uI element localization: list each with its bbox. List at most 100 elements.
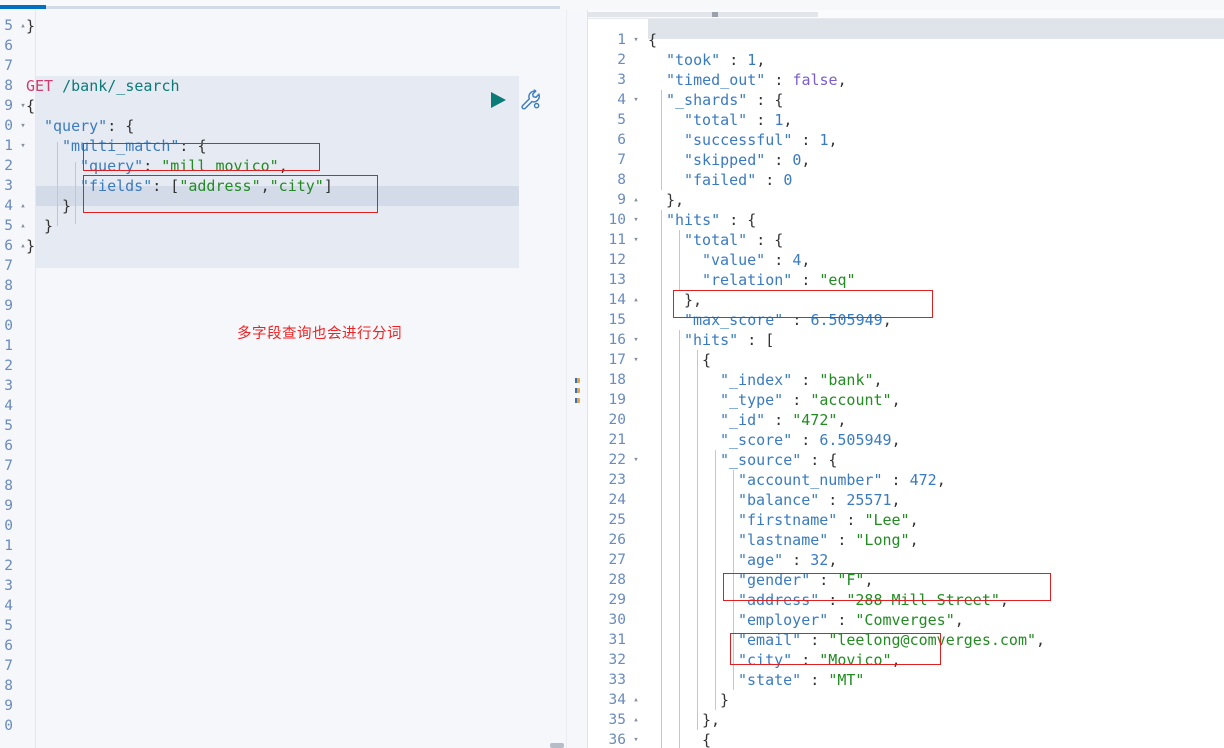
code-token: "total" xyxy=(684,111,748,129)
code-token: } xyxy=(720,691,730,709)
code-line: "total" : { xyxy=(684,230,783,250)
line-number: 0 xyxy=(4,118,13,134)
response-horizontal-scrollbar[interactable] xyxy=(588,10,1224,19)
line-number: 5 xyxy=(4,418,13,434)
code-token: "multi_match" xyxy=(62,137,180,155)
code-token: 6.505949 xyxy=(810,311,883,329)
fold-toggle-icon[interactable]: ▾ xyxy=(630,30,642,50)
code-token: : { xyxy=(801,451,838,469)
code-line: "total" : 1, xyxy=(684,110,792,130)
code-token: 32 xyxy=(810,551,829,569)
code-line: "gender" : "F", xyxy=(738,570,873,590)
fold-toggle-icon[interactable]: ▴ xyxy=(630,690,642,710)
code-token: }, xyxy=(666,191,685,209)
code-token: "firstname" xyxy=(738,511,838,529)
code-token: 25571 xyxy=(846,491,892,509)
code-token: "account_number" xyxy=(738,471,883,489)
fold-toggle-icon[interactable]: ▴ xyxy=(630,290,642,310)
fold-toggle-icon[interactable]: ▾ xyxy=(630,330,642,350)
code-token: /bank/_search xyxy=(62,77,180,95)
fold-toggle-icon[interactable]: ▴ xyxy=(630,190,642,210)
line-number: 5 xyxy=(4,18,13,34)
code-token: , xyxy=(1036,631,1046,649)
response-code[interactable]: {"took" : 1, "timed_out" : false, "_shards… xyxy=(648,19,1224,748)
line-number: 36 xyxy=(608,732,626,748)
code-line: "hits" : { xyxy=(666,210,756,230)
code-token: , xyxy=(801,251,811,269)
code-token: : xyxy=(792,651,820,669)
code-token: : xyxy=(828,531,856,549)
line-number: 6 xyxy=(4,438,13,454)
code-token: }, xyxy=(684,291,703,309)
code-token: , xyxy=(828,551,838,569)
code-line: "email" : "leelong@comverges.com", xyxy=(738,630,1045,650)
line-number: 31 xyxy=(608,632,626,648)
wrench-icon[interactable] xyxy=(519,88,543,112)
response-viewer-pane[interactable]: 1 ▾ 2 3 4 ▾ 5 6 7 8 9 ▴ 10 ▾ 11 ▾ 12 13 14 ▴ 15 16 ▾ 17 ▾ 18 19 20 2… xyxy=(588,10,1224,748)
line-number: 7 xyxy=(4,658,13,674)
code-token: , xyxy=(909,511,919,529)
code-token: : { xyxy=(747,91,784,109)
line-number: 10 xyxy=(608,212,626,228)
code-token: "email" xyxy=(738,631,802,649)
fold-toggle-icon[interactable]: ▾ xyxy=(630,230,642,250)
play-triangle-icon[interactable] xyxy=(487,88,509,112)
line-number: 2 xyxy=(4,158,13,174)
code-token: "state" xyxy=(738,671,802,689)
code-token: "successful" xyxy=(684,131,793,149)
code-token: : xyxy=(143,157,162,175)
fold-toggle-icon[interactable]: ▾ xyxy=(630,210,642,230)
code-line: }, xyxy=(684,290,702,310)
code-token: , xyxy=(909,531,919,549)
code-token: "_id" xyxy=(720,411,766,429)
code-token: , xyxy=(882,311,892,329)
code-token: : xyxy=(792,431,820,449)
code-token: : xyxy=(765,151,793,169)
code-token: "timed_out" xyxy=(666,71,766,89)
code-token: "Long" xyxy=(855,531,910,549)
line-number: 2 xyxy=(4,358,13,374)
code-token: "Lee" xyxy=(864,511,910,529)
fold-toggle-icon[interactable]: ▾ xyxy=(630,90,642,110)
code-line: "address" : "288 Mill Street", xyxy=(738,590,1009,610)
line-number: 28 xyxy=(608,572,626,588)
code-line: "balance" : 25571, xyxy=(738,490,901,510)
code-token: GET xyxy=(26,77,54,95)
code-token: "query" xyxy=(80,157,144,175)
code-token: : xyxy=(765,411,793,429)
fold-toggle-icon[interactable]: ▾ xyxy=(630,350,642,370)
code-line: { xyxy=(648,30,657,50)
fold-toggle-icon[interactable]: ▾ xyxy=(630,450,642,470)
code-token: : xyxy=(819,591,847,609)
line-number: 1 xyxy=(4,538,13,554)
line-number: 14 xyxy=(608,292,626,308)
request-editor-pane[interactable]: 5 ▴ 6 7 8 9 ▾ 0 ▾ 1 ▾ 2 3 4 ▴ 5 ▴ 6 ▴ 7 8 9 0 1 2 3 4 5 6 7 8 9 0 1 2 3 4 5 6 7… xyxy=(0,10,566,748)
line-number: 5 xyxy=(4,618,13,634)
code-line: "query": "mill movico", xyxy=(80,156,288,176)
fold-toggle-icon[interactable]: ▴ xyxy=(630,710,642,730)
line-number: 8 xyxy=(4,78,13,94)
code-line: "_score" : 6.505949, xyxy=(720,430,901,450)
request-code[interactable]: } GET /bank/_search{"query": {"multi_matc… xyxy=(26,10,566,748)
indent-guide xyxy=(57,142,58,226)
code-token: , xyxy=(260,177,270,195)
line-number: 17 xyxy=(608,352,626,368)
code-line: }, xyxy=(666,190,684,210)
code-token: "_index" xyxy=(720,371,793,389)
scrollbar-thumb[interactable] xyxy=(588,12,818,17)
code-token: : xyxy=(747,111,775,129)
line-number: 26 xyxy=(608,532,626,548)
response-gutter[interactable]: 1 ▾ 2 3 4 ▾ 5 6 7 8 9 ▴ 10 ▾ 11 ▾ 12 13 14 ▴ 15 16 ▾ 17 ▾ 18 19 20 2… xyxy=(588,19,648,748)
code-line: "lastname" : "Long", xyxy=(738,530,919,550)
code-token: : xyxy=(810,571,838,589)
code-token: }, xyxy=(702,711,721,729)
code-token: "gender" xyxy=(738,571,811,589)
fold-toggle-icon[interactable]: ▾ xyxy=(630,730,642,748)
code-line: "fields": ["address","city"] xyxy=(80,176,333,196)
code-token: { xyxy=(648,31,658,49)
horizontal-scroll-handle[interactable] xyxy=(550,743,564,748)
code-token: : xyxy=(801,631,829,649)
pane-drag-handle[interactable] xyxy=(566,10,588,748)
code-token: "city" xyxy=(738,651,793,669)
code-token: "eq" xyxy=(819,271,856,289)
